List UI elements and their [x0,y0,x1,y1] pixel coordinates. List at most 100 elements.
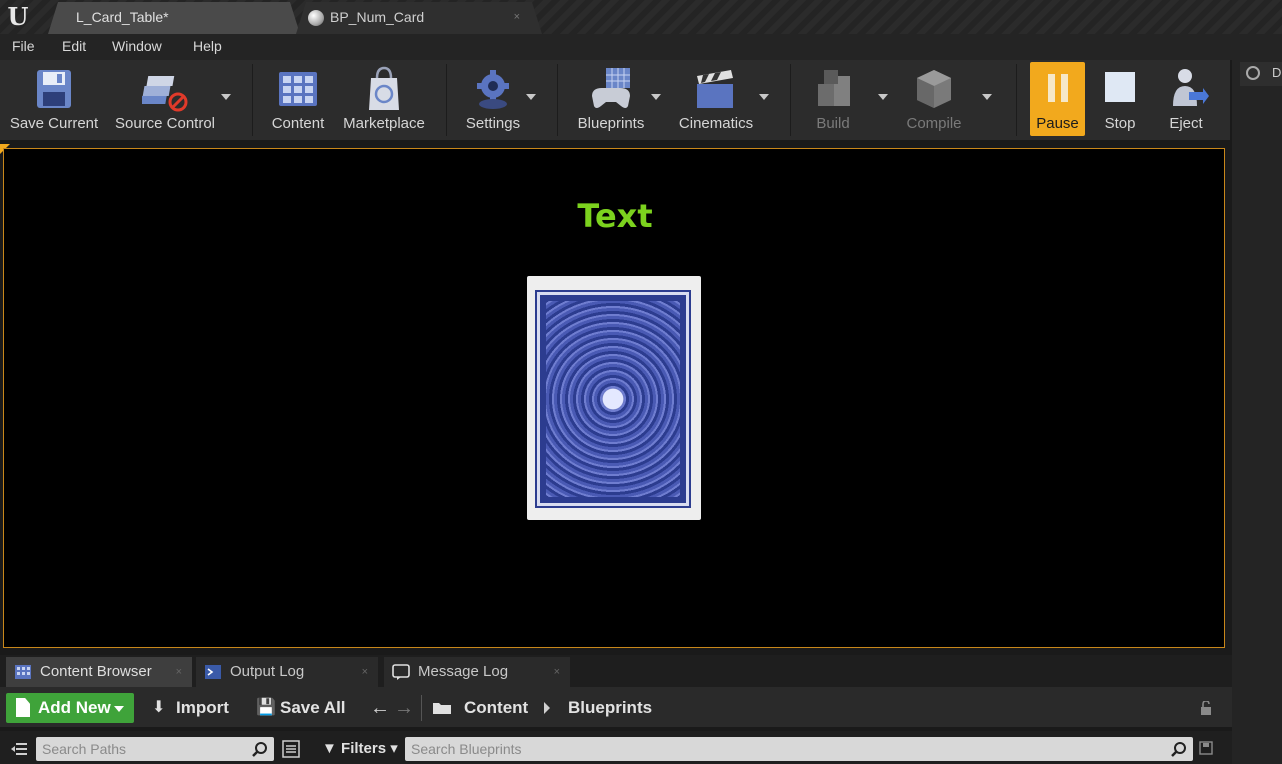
title-bar: U L_Card_Table* BP_Num_Card × [0,0,1282,34]
main-toolbar: Save Current Source Control Content Mark… [0,60,1230,140]
toolbar-separator [446,64,447,136]
compile-label: Compile [906,115,962,132]
search-blueprints-input[interactable]: Search Blueprints [405,737,1193,761]
game-viewport[interactable]: Text [3,148,1225,648]
content-label: Content [271,115,325,132]
tab-output-log[interactable]: Output Log × [196,657,378,687]
tab-message-log[interactable]: Message Log × [384,657,570,687]
message-log-tab-label: Message Log [418,663,509,680]
tab-blueprint-label: BP_Num_Card [330,9,425,25]
sources-panel-toggle-icon[interactable] [10,740,28,758]
compile-button[interactable]: Compile [898,62,970,136]
pause-label: Pause [1036,115,1079,132]
breadcrumb-separator-icon[interactable] [544,702,550,714]
pause-icon [1047,74,1068,102]
save-all-button[interactable]: 💾 Save All [256,693,348,723]
compile-dropdown-icon[interactable] [982,94,992,100]
import-download-icon: ⬇ [152,699,166,716]
back-arrow-icon[interactable]: ← [370,693,390,723]
build-button[interactable]: Build [800,62,866,136]
cinematics-button[interactable]: Cinematics [674,62,758,136]
tab-level-label: L_Card_Table* [76,9,169,25]
filter-funnel-icon: ▼ [322,740,337,757]
tab-blueprint[interactable]: BP_Num_Card × [296,2,542,34]
stop-button[interactable]: Stop [1094,62,1146,136]
output-log-tab-label: Output Log [230,663,305,680]
save-current-button[interactable]: Save Current [6,62,102,136]
folder-icon [433,703,451,714]
build-label: Build [816,115,850,132]
source-control-dropdown-icon[interactable] [221,94,231,100]
blueprint-sphere-icon [308,10,324,26]
tab-level[interactable]: L_Card_Table* [48,2,300,34]
info-icon [1246,66,1260,80]
cinematics-dropdown-icon[interactable] [759,94,769,100]
save-current-label: Save Current [9,115,99,132]
tab-close-icon[interactable]: × [554,657,560,687]
cinematics-label: Cinematics [678,115,754,132]
menu-window[interactable]: Window [112,38,162,54]
message-log-icon [392,664,410,680]
menu-edit[interactable]: Edit [62,38,86,54]
settings-dropdown-icon[interactable] [526,94,536,100]
save-all-disk-icon: 💾 [256,699,276,716]
toolbar-separator [790,64,791,136]
tab-details[interactable]: D [1240,62,1282,86]
search-icon [1171,742,1186,757]
add-new-button[interactable]: Add New [6,693,134,723]
save-search-icon[interactable] [1199,741,1213,755]
lock-icon[interactable] [1199,701,1213,715]
tab-content-browser[interactable]: Content Browser × [6,657,192,687]
eject-label: Eject [1169,115,1203,132]
gear-icon [477,70,509,109]
menu-file[interactable]: File [12,38,35,54]
eject-button[interactable]: Eject [1160,62,1212,136]
breadcrumb-blueprints[interactable]: Blueprints [568,693,652,723]
content-grid-icon [279,72,317,106]
forward-arrow-icon[interactable]: → [394,693,414,723]
blueprints-dropdown-icon[interactable] [651,94,661,100]
add-new-label: Add New [38,698,111,717]
chevron-down-icon [114,706,124,712]
search-icon [252,742,267,757]
blueprints-label: Blueprints [577,115,645,132]
breadcrumb-content[interactable]: Content [464,693,528,723]
view-options-icon[interactable] [282,740,300,758]
source-control-label: Source Control [114,115,216,132]
toolbar-separator [1016,64,1017,136]
source-control-icon [142,76,188,112]
save-all-label: Save All [280,698,346,717]
menu-help[interactable]: Help [193,38,222,54]
marketplace-button[interactable]: Marketplace [338,62,430,136]
toolbar-separator [421,695,422,721]
pause-button[interactable]: Pause [1030,62,1085,136]
search-paths-input[interactable]: Search Paths [36,737,274,761]
build-dropdown-icon[interactable] [878,94,888,100]
filters-button[interactable]: ▼ Filters ▾ [322,737,398,761]
content-button[interactable]: Content [266,62,330,136]
card-back-pattern [546,301,680,497]
toolbar-separator [557,64,558,136]
source-control-button[interactable]: Source Control [110,62,220,136]
tab-close-icon[interactable]: × [514,2,520,32]
tab-close-icon[interactable]: × [176,657,182,687]
tab-close-icon[interactable]: × [362,657,368,687]
world-text-label: Text [577,197,653,235]
content-browser-toolbar: Add New ⬇ Import 💾 Save All ← → Content … [0,687,1232,727]
build-blocks-icon [818,70,850,106]
content-browser-icon [15,665,31,679]
content-browser-tab-label: Content Browser [40,663,152,680]
playing-card[interactable] [527,276,701,520]
card-back [535,290,691,508]
clapperboard-icon [697,70,733,108]
filters-label: Filters [341,740,387,757]
new-file-icon [16,698,30,717]
unreal-logo-icon[interactable]: U [4,3,32,31]
content-browser-search-row: Search Paths ▼ Filters ▾ Search Blueprin… [0,731,1232,764]
marketplace-bag-icon [369,66,399,110]
settings-button[interactable]: Settings [460,62,526,136]
stop-label: Stop [1104,115,1136,132]
import-button[interactable]: ⬇ Import [152,693,232,723]
blueprints-button[interactable]: Blueprints [570,62,652,136]
import-label: Import [176,698,229,717]
